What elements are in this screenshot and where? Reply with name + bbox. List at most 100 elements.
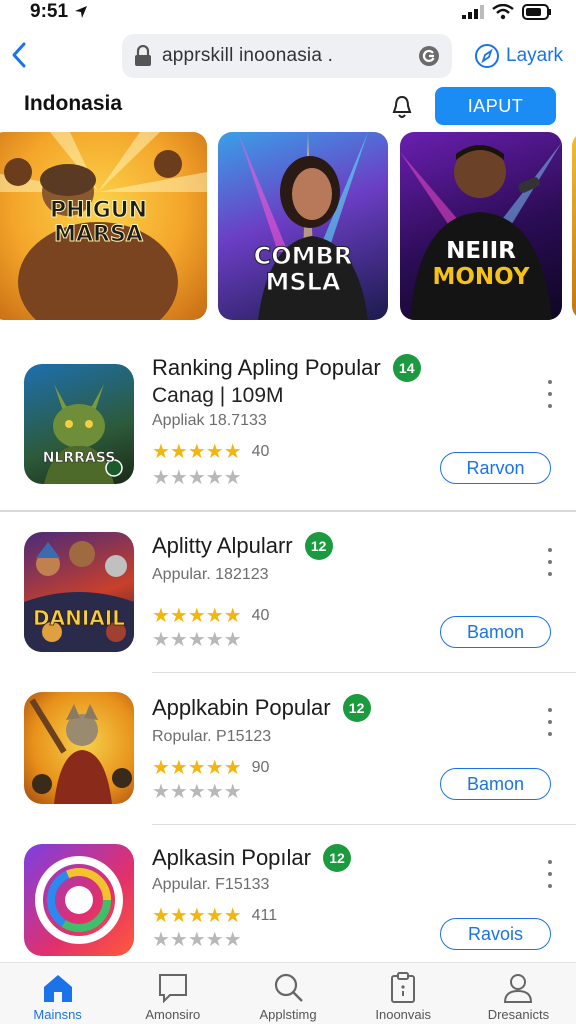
banner-title: COMBR MSLA — [218, 242, 388, 296]
star-rating: ★★★★★ 40 — [152, 606, 269, 626]
compass-icon — [475, 44, 499, 68]
app-icon[interactable]: NLRRASS — [24, 364, 134, 484]
status-time-group: 9:51 — [30, 1, 88, 23]
featured-banner-carousel: PHIGUN MARSA COMBR MSLA NEIIR MONOY — [0, 132, 576, 322]
rating-count: 411 — [251, 907, 278, 924]
star-icon: ★★★★★ — [152, 905, 242, 927]
location-arrow-icon — [75, 6, 88, 18]
message-icon — [158, 974, 187, 1004]
star-icon: ★★★★★ — [152, 441, 242, 463]
app-title-row: Applkabin Popular 12 — [152, 694, 371, 722]
list-item: Aplkasin Popılar 12 Appular. F15133 ★★★★… — [0, 824, 576, 962]
app-title[interactable]: Aplkasin Popılar — [152, 845, 311, 871]
tab-updates[interactable]: Inoonvais — [346, 963, 461, 1024]
featured-banner[interactable]: PHIGUN MARSA — [0, 132, 207, 320]
banner-title-line: MSLA — [265, 268, 341, 296]
back-button[interactable] — [8, 38, 30, 72]
app-icon-art — [29, 698, 132, 804]
star-outline-icon: ★★★★★ — [152, 467, 242, 489]
chevron-left-icon — [12, 42, 26, 68]
app-icon-label: NLRRASS — [42, 450, 116, 467]
app-meta: Ropular. P15123 — [152, 728, 272, 745]
featured-banner[interactable]: COMBR MSLA — [218, 132, 388, 320]
tab-messages[interactable]: Amonsiro — [115, 963, 230, 1024]
bottom-tab-bar: Mainsns Amonsiro Applstimg Inoonvais Dre… — [0, 962, 576, 1024]
app-title[interactable]: Applkabin Popular — [152, 695, 331, 721]
app-icon[interactable] — [24, 844, 134, 956]
rating-count: 90 — [251, 759, 270, 776]
featured-banner[interactable]: NEIIR MONOY — [400, 132, 562, 320]
address-bar[interactable]: apprskill inoonasia . — [122, 34, 452, 78]
app-meta: Appliak 18.7133 — [152, 412, 267, 429]
battery-icon — [522, 4, 551, 20]
more-options-icon[interactable] — [540, 380, 560, 408]
star-rating: ★★★★★ 40 — [152, 442, 269, 462]
star-rating-empty: ★★★★★ — [152, 468, 242, 488]
app-title[interactable]: Ranking Apling Popular — [152, 355, 381, 381]
person-icon — [504, 974, 533, 1003]
ring-icon — [35, 856, 123, 944]
app-meta: Appular. 182123 — [152, 566, 269, 583]
rating-count: 40 — [251, 443, 270, 460]
reload-icon[interactable] — [418, 45, 440, 67]
status-bar: 9:51 — [0, 0, 576, 24]
app-action-button[interactable]: Bamon — [440, 768, 551, 800]
star-rating-empty: ★★★★★ — [152, 930, 242, 950]
more-options-icon[interactable] — [540, 860, 560, 888]
star-icon: ★★★★★ — [152, 757, 242, 779]
star-rating-empty: ★★★★★ — [152, 782, 242, 802]
star-outline-icon: ★★★★★ — [152, 781, 242, 803]
list-item: NLRRASS Ranking Apling Popular 14 Canag … — [0, 340, 576, 510]
page-title: Indonasia — [24, 92, 123, 115]
tab-profile[interactable]: Dresanicts — [461, 963, 576, 1024]
app-icon[interactable]: DANIAIL — [24, 532, 134, 652]
app-icon-art — [44, 384, 123, 484]
list-item: Applkabin Popular 12 Ropular. P15123 ★★★… — [0, 672, 576, 824]
star-rating-empty: ★★★★★ — [152, 630, 242, 650]
app-title-row: Aplitty Alpularr 12 — [152, 532, 333, 560]
star-outline-icon: ★★★★★ — [152, 929, 242, 951]
app-subtitle: Canag | 109M — [152, 384, 284, 407]
app-title[interactable]: Aplitty Alpularr — [152, 533, 293, 559]
signal-icon — [462, 5, 484, 19]
tab-label: Inoonvais — [375, 1007, 432, 1022]
app-meta: Appular. F15133 — [152, 876, 270, 893]
tab-label: Mainsns — [33, 1007, 82, 1022]
layark-link[interactable]: Layark — [474, 40, 563, 72]
tab-search[interactable]: Applstimg — [230, 963, 345, 1024]
featured-banner-partial[interactable] — [572, 132, 576, 320]
app-icon-art — [24, 541, 134, 652]
layark-label: Layark — [506, 45, 564, 66]
banner-title-line: COMBR — [253, 242, 353, 270]
wifi-icon — [492, 4, 514, 20]
app-action-button[interactable]: Ravois — [440, 918, 551, 950]
more-options-icon[interactable] — [540, 548, 560, 576]
star-icon: ★★★★★ — [152, 605, 242, 627]
banner-title-line: PHIGUN — [49, 198, 148, 223]
bell-icon[interactable] — [390, 94, 414, 120]
app-action-button[interactable]: Bamon — [440, 616, 551, 648]
more-options-icon[interactable] — [540, 708, 560, 736]
tab-label: Dresanicts — [487, 1007, 550, 1022]
list-item: DANIAIL Aplitty Alpularr 12 Appular. 182… — [0, 512, 576, 672]
banner-title-line: NEIIR — [446, 238, 516, 264]
age-rating-badge: 12 — [304, 532, 333, 560]
age-rating-badge: 12 — [342, 694, 371, 722]
banner-title: NEIIR MONOY — [400, 240, 562, 289]
lock-icon — [135, 45, 151, 66]
home-icon — [43, 975, 72, 1002]
age-rating-badge: 12 — [322, 844, 351, 872]
star-rating: ★★★★★ 411 — [152, 906, 277, 926]
app-icon-label: DANIAIL — [33, 606, 126, 631]
browser-toolbar: apprskill inoonasia . Layark — [0, 32, 576, 80]
input-button[interactable]: IAPUT — [435, 87, 556, 125]
status-icons — [462, 4, 552, 20]
star-outline-icon: ★★★★★ — [152, 629, 242, 651]
star-rating: ★★★★★ 90 — [152, 758, 269, 778]
tab-home[interactable]: Mainsns — [0, 963, 115, 1024]
page-header: Indonasia IAPUT — [0, 84, 576, 128]
tab-label: Amonsiro — [145, 1007, 201, 1022]
app-icon[interactable] — [24, 692, 134, 804]
app-action-button[interactable]: Rarvon — [440, 452, 551, 484]
clipboard-icon — [391, 972, 416, 1003]
